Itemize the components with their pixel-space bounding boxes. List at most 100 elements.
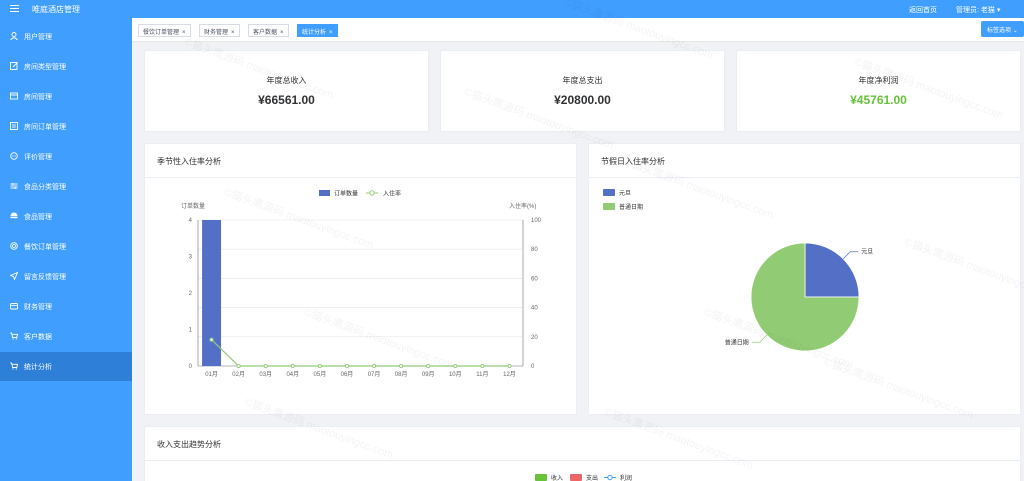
- occupancy-point: [290, 363, 295, 369]
- profit-card: 年度净利润 ¥45761.00: [736, 50, 1021, 132]
- sidebar-item-customers[interactable]: 客户数据: [0, 322, 132, 351]
- tab-label: 统计分析: [302, 30, 327, 36]
- y-tick-label: 2: [189, 291, 193, 297]
- user-menu[interactable]: 管理员: 老猫 ▾: [956, 5, 1000, 15]
- occupancy-point: [371, 363, 377, 369]
- sidebar-item-label: 房间管理: [24, 94, 52, 101]
- dining-icon: [10, 242, 18, 250]
- x-tick-label: 06月: [341, 371, 354, 378]
- sidebar-item-food[interactable]: 食品管理: [0, 202, 132, 231]
- sidebar-item-label: 房间类型管理: [24, 64, 66, 71]
- x-tick-label: 01月: [205, 371, 218, 378]
- legend-swatch-new-year: [603, 189, 615, 196]
- menu-toggle-icon[interactable]: [10, 5, 19, 13]
- close-icon[interactable]: ×: [182, 30, 186, 36]
- occupancy-line: [211, 339, 510, 367]
- legend-label-new-year: 元旦: [619, 190, 631, 197]
- sidebar-item-label: 统计分析: [24, 364, 52, 371]
- profit-value: ¥45761.00: [850, 93, 907, 107]
- pie-label-line: [842, 251, 859, 260]
- home-link[interactable]: 返回首页: [909, 5, 937, 15]
- food-icon: [10, 212, 18, 219]
- trend-chart-legend: 收入 支出 利润: [535, 474, 632, 481]
- legend-swatch-orders: [319, 190, 330, 196]
- legend-marker-profit: [607, 474, 613, 481]
- close-icon[interactable]: ×: [280, 30, 284, 36]
- sidebar-item-feedback[interactable]: 留言反馈管理: [0, 262, 132, 291]
- tab-finance[interactable]: 财务管理 ×: [199, 24, 240, 37]
- tab-customers[interactable]: 客户数据 ×: [248, 24, 289, 37]
- close-icon[interactable]: ×: [329, 30, 333, 36]
- occupancy-point: [453, 363, 458, 369]
- app-title: 唯庭酒店管理: [32, 5, 80, 14]
- edit-icon: [10, 62, 18, 70]
- x-tick-label: 02月: [232, 371, 245, 378]
- legend-label-orders: 订单数量: [334, 190, 358, 198]
- y2-tick-label: 100: [531, 218, 542, 224]
- y2-tick-label: 20: [531, 335, 538, 341]
- sidebar-item-room-types[interactable]: 房间类型管理: [0, 52, 132, 81]
- order-icon: [10, 122, 18, 130]
- close-icon[interactable]: ×: [231, 30, 235, 36]
- x-tick-label: 08月: [395, 371, 408, 378]
- tab-dining-orders[interactable]: 餐饮订单管理 ×: [138, 24, 191, 37]
- x-tick-label: 07月: [368, 371, 381, 378]
- tab-label: 财务管理: [204, 30, 229, 36]
- sidebar-item-label: 评价管理: [24, 154, 52, 161]
- user-label: 管理员: 老猫: [956, 7, 995, 14]
- occupancy-point: [480, 363, 485, 369]
- x-tick-label: 12月: [503, 371, 516, 378]
- bar: [202, 220, 222, 366]
- x-tick-label: 11月: [476, 371, 488, 378]
- sidebar-item-finance[interactable]: 财务管理: [0, 292, 132, 321]
- profit-label: 年度净利润: [858, 76, 899, 85]
- income-value: ¥66561.00: [258, 93, 315, 107]
- y-tick-label: 1: [189, 328, 193, 334]
- legend-swatch-normal-days: [603, 203, 615, 210]
- tab-label: 客户数据: [253, 30, 278, 36]
- user-icon: [10, 32, 18, 40]
- legend-swatch-expense: [570, 474, 582, 481]
- sidebar-item-rooms[interactable]: 房间管理: [0, 82, 132, 111]
- y2-tick-label: 0: [531, 364, 535, 370]
- income-card: 年度总收入 ¥66561.00: [144, 50, 429, 132]
- y-tick-label: 4: [189, 218, 193, 224]
- sidebar-item-label: 客户数据: [24, 334, 52, 341]
- send-icon: [10, 272, 18, 280]
- x-tick-label: 10月: [449, 371, 462, 378]
- y2-tick-label: 80: [531, 247, 538, 253]
- tab-statistics[interactable]: 统计分析 ×: [297, 24, 338, 37]
- legend-label-profit: 利润: [620, 474, 632, 481]
- sidebar-item-label: 用户管理: [24, 34, 52, 41]
- trend-chart-card: 收入支出趋势分析 收入 支出 利润: [144, 426, 1021, 481]
- legend-label-normal-days: 普通日期: [619, 203, 643, 211]
- tab-options-label: 标签选项: [987, 28, 1012, 34]
- sidebar-item-dining-orders[interactable]: 餐饮订单管理: [0, 232, 132, 261]
- pie-label-line: [751, 334, 768, 343]
- sidebar-item-room-orders[interactable]: 房间订单管理: [0, 112, 132, 141]
- tab-label: 餐饮订单管理: [143, 30, 180, 36]
- holiday-chart-title: 节假日入住率分析: [601, 157, 665, 166]
- occupancy-point: [236, 363, 241, 369]
- legend-label-expense: 支出: [586, 474, 598, 481]
- y2-axis-title: 入住率(%): [509, 202, 536, 210]
- holiday-chart: 元旦 普通日期 元旦普通日期: [603, 189, 873, 352]
- pie-slice: [804, 242, 860, 298]
- sidebar-item-reviews[interactable]: 评价管理: [0, 142, 132, 171]
- y-tick-label: 3: [189, 255, 193, 261]
- sidebar-item-statistics[interactable]: 统计分析: [0, 352, 132, 381]
- occupancy-point: [344, 363, 350, 369]
- expense-value: ¥20800.00: [554, 93, 611, 107]
- tab-bar: 餐饮订单管理 × 财务管理 × 客户数据 × 统计分析 ×: [132, 18, 1024, 42]
- pie-slice-label: 普通日期: [725, 338, 749, 346]
- chat-icon: [10, 152, 18, 160]
- occupancy-point: [399, 363, 404, 369]
- sidebar-item-users[interactable]: 用户管理: [0, 22, 132, 51]
- x-tick-label: 09月: [422, 371, 435, 378]
- y-axis-title: 订单数量: [181, 202, 205, 210]
- sidebar-item-food-categories[interactable]: 食品分类管理: [0, 172, 132, 201]
- tab-options-button[interactable]: 标签选项 ⌄: [981, 21, 1024, 37]
- sidebar-item-label: 食品分类管理: [24, 184, 66, 191]
- chevron-down-icon: ▾: [996, 7, 1001, 14]
- legend-marker-occupancy: [369, 190, 375, 196]
